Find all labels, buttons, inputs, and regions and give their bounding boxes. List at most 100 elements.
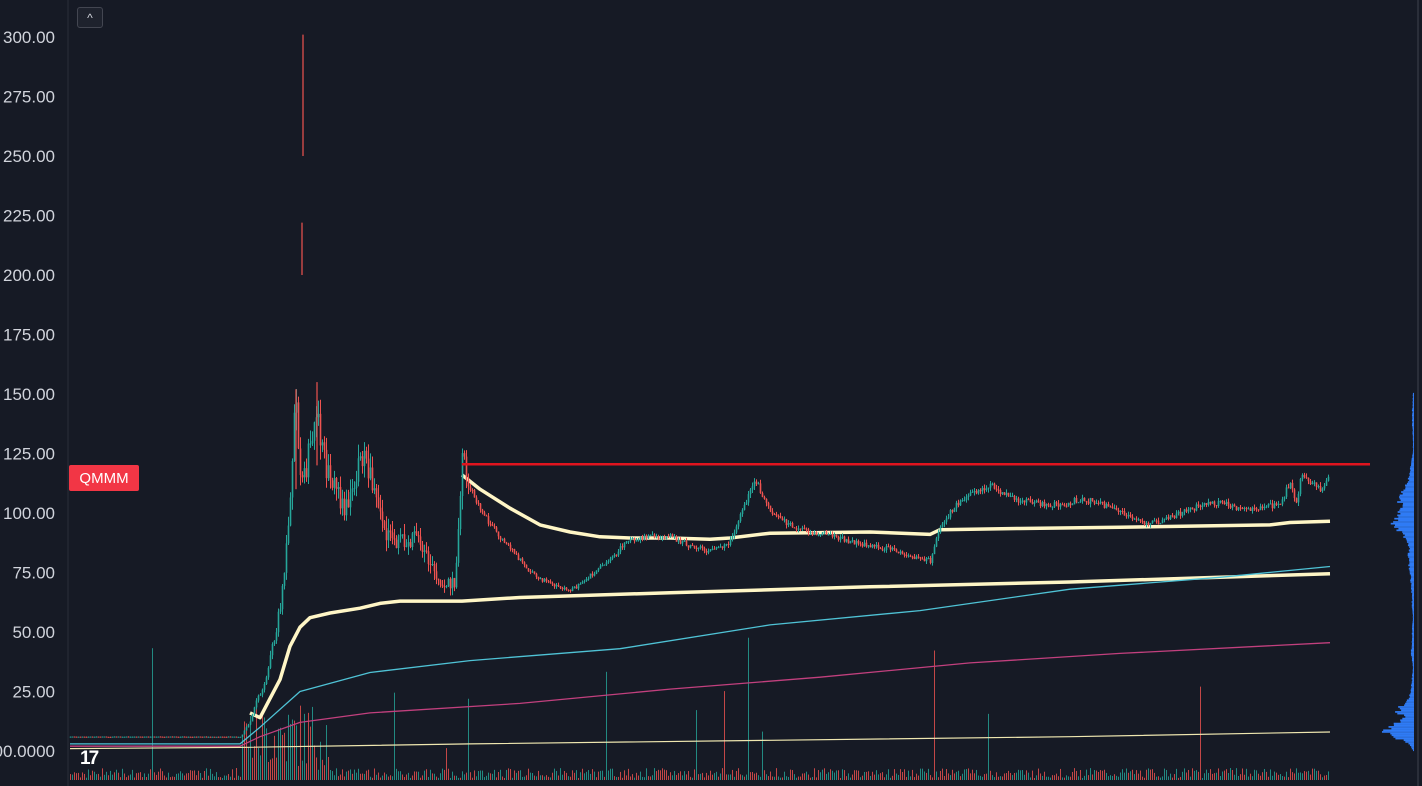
volume-bar: [190, 770, 191, 780]
candle-body: [353, 488, 356, 490]
candle-body: [969, 492, 972, 496]
candle-body: [303, 468, 306, 478]
volume-bar: [328, 756, 329, 780]
volume-bar: [526, 775, 527, 780]
candle-body: [983, 487, 986, 491]
candle-body: [213, 736, 216, 738]
candle-body: [77, 736, 80, 738]
candle-body: [1309, 481, 1312, 485]
candle-body: [791, 523, 794, 528]
collapse-toggle-button[interactable]: ^: [77, 7, 103, 28]
volume-profile-bar: [1411, 409, 1414, 412]
volume-bar: [1112, 775, 1113, 780]
candle-body: [585, 578, 588, 581]
volume-bar: [922, 768, 923, 780]
volume-bar: [1176, 768, 1177, 780]
candle-body: [455, 562, 458, 588]
volume-bar: [1160, 777, 1161, 780]
candle-body: [1307, 477, 1310, 482]
volume-bar: [358, 768, 359, 780]
volume-bar: [516, 772, 517, 780]
volume-bar: [1296, 768, 1297, 780]
candle-body: [393, 538, 396, 540]
volume-bar: [270, 759, 271, 780]
candle-body: [1195, 504, 1198, 511]
candle-body: [249, 721, 252, 725]
volume-bar: [414, 771, 415, 780]
volume-bar: [250, 716, 251, 780]
candle-body: [173, 736, 176, 738]
candle-body: [281, 585, 284, 610]
price-chart[interactable]: 00.0000 25.00 50.00 75.00 100.00 125.00 150.00…: [0, 0, 1422, 786]
volume-profile-bar: [1388, 726, 1414, 728]
candle-body: [391, 532, 394, 539]
volume-bar: [338, 776, 339, 780]
volume-bar: [446, 748, 447, 780]
volume-profile-bar: [1412, 631, 1414, 633]
volume-bar: [1044, 771, 1045, 780]
volume-bar: [864, 771, 865, 780]
volume-bar: [1026, 770, 1027, 780]
volume-bar: [1232, 769, 1233, 780]
volume-profile-bar: [1412, 636, 1414, 638]
volume-profile-bar: [1412, 437, 1414, 440]
volume-profile-bar: [1400, 499, 1414, 502]
volume-bar: [840, 777, 841, 780]
volume-profile-bar: [1410, 579, 1414, 582]
tradingview-logo-icon[interactable]: 17: [80, 748, 99, 770]
volume-bar: [724, 691, 725, 780]
volume-bar: [594, 771, 595, 780]
volume-bar: [646, 768, 647, 780]
volume-bar: [544, 776, 545, 780]
candle-body: [371, 467, 374, 491]
volume-profile-bar: [1409, 551, 1414, 553]
volume-bar: [616, 776, 617, 780]
volume-profile-bar: [1412, 404, 1414, 407]
candle-body: [255, 700, 258, 708]
volume-profile-bar: [1391, 734, 1414, 737]
volume-bar: [1148, 768, 1149, 780]
candle-body: [1215, 505, 1218, 507]
candle-body: [417, 534, 420, 537]
candle-body: [1041, 501, 1044, 507]
volume-bar: [1046, 776, 1047, 780]
candle-body: [707, 551, 710, 553]
volume-bar: [576, 770, 577, 780]
volume-bar: [1258, 773, 1259, 780]
candle-body: [1277, 503, 1280, 505]
candle-body: [85, 736, 88, 738]
volume-profile-bar: [1412, 592, 1414, 595]
volume-bar: [760, 776, 761, 780]
volume-bar: [1326, 775, 1327, 780]
volume-profile-bar: [1401, 709, 1414, 712]
candle-body: [669, 534, 672, 538]
volume-bar: [1168, 776, 1169, 780]
volume-bar: [802, 773, 803, 780]
candle-body: [1131, 516, 1134, 519]
candle-body: [261, 689, 264, 695]
candle-body: [207, 736, 210, 738]
volume-bar: [1138, 773, 1139, 780]
volume-bar: [310, 726, 311, 780]
candle-body: [599, 565, 602, 569]
volume-bar: [356, 772, 357, 780]
volume-bar: [272, 758, 273, 780]
candle-body: [1227, 501, 1230, 506]
volume-bar: [1172, 777, 1173, 780]
candle-body: [545, 578, 548, 581]
candle-body: [939, 526, 942, 533]
candle-body: [1185, 509, 1188, 512]
volume-bar: [404, 776, 405, 780]
volume-profile-bar: [1411, 604, 1414, 607]
candle-body: [497, 531, 500, 537]
candle-body: [1121, 510, 1124, 512]
volume-bar: [444, 769, 445, 780]
volume-profile-bar: [1412, 622, 1414, 625]
volume-profile-bar: [1409, 546, 1414, 548]
candle-body: [1039, 502, 1042, 507]
volume-profile-bar: [1412, 397, 1414, 400]
volume-bar: [292, 719, 293, 780]
candle-body: [1219, 500, 1222, 502]
candle-body: [907, 555, 910, 557]
candle-body: [275, 632, 278, 641]
